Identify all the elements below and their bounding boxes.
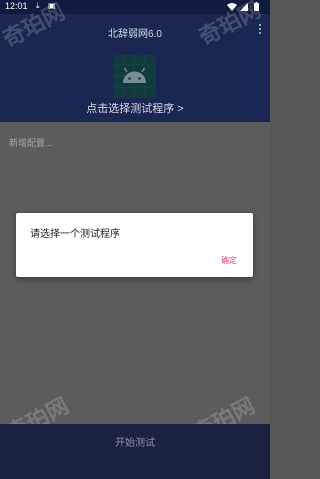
select-test-program-link[interactable]: 点击选择测试程序 > xyxy=(0,100,270,116)
select-program-dialog: 请选择一个测试程序 确定 xyxy=(16,213,253,277)
more-options-icon[interactable] xyxy=(258,24,262,36)
dialog-message: 请选择一个测试程序 xyxy=(30,229,120,240)
bottom-bar: 开始测试 xyxy=(0,424,270,479)
android-app-icon[interactable] xyxy=(113,55,156,98)
confirm-button[interactable]: 确定 xyxy=(221,255,237,266)
android-robot-icon xyxy=(113,55,156,98)
start-test-button[interactable]: 开始测试 xyxy=(0,434,270,449)
add-config-placeholder[interactable]: 新增配置... xyxy=(9,136,53,149)
